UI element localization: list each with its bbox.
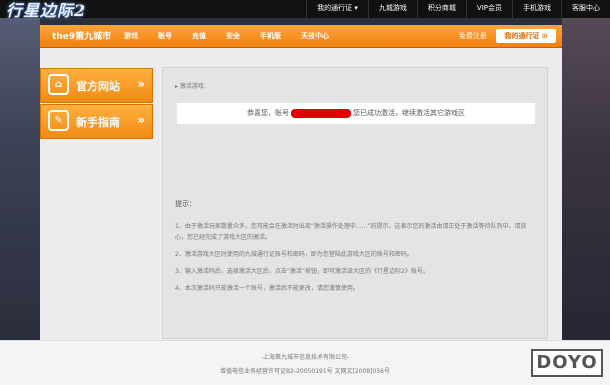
breadcrumb-label: 激活游戏 bbox=[179, 83, 204, 90]
tip-item: 2、激活游戏大区时使用的九城通行证账号和密码，即为您登陆此游戏大区的账号和密码。 bbox=[175, 251, 413, 258]
nav-item-mobile[interactable]: 手机版 bbox=[250, 25, 291, 47]
game-logo[interactable]: 行星边际2 bbox=[6, 0, 98, 22]
nav-item-games[interactable]: 游戏 bbox=[114, 25, 148, 47]
official-site-button[interactable]: ⌂ 官方网站 » bbox=[40, 68, 153, 103]
newbie-guide-label: 新手指南 bbox=[76, 116, 120, 129]
nav-items: 游戏 账号 充值 安全 手机版 天技中心 bbox=[114, 25, 339, 47]
top-links: 我的通行证 ▾ 九城游戏 积分商城 VIP会员 手机游戏 客服中心 bbox=[306, 0, 610, 18]
tip-item: 4、本次激活码只能激活一个账号，激活后不能更改，请您谨慎使用。 bbox=[175, 285, 359, 292]
top-bar: 行星边际2 我的通行证 ▾ 九城游戏 积分商城 VIP会员 手机游戏 客服中心 bbox=[0, 0, 610, 20]
nav-item-security[interactable]: 安全 bbox=[216, 25, 250, 47]
background-art-right bbox=[562, 0, 610, 340]
nav-item-tech-center[interactable]: 天技中心 bbox=[291, 25, 339, 47]
guide-icon: ✎ bbox=[48, 110, 69, 131]
the9-brand[interactable]: the9第九城市 bbox=[52, 29, 111, 42]
chevron-right-icon: » bbox=[137, 113, 145, 127]
success-notice: 恭喜您，账号 您已成功激活，继续激活其它游戏区 bbox=[177, 103, 535, 124]
tips-title: 提示： bbox=[175, 200, 196, 208]
home-icon: ⌂ bbox=[48, 74, 69, 95]
doyo-watermark: DOYO bbox=[531, 349, 603, 377]
top-link-vip[interactable]: VIP会员 bbox=[465, 0, 512, 18]
notice-prefix: 恭喜您，账号 bbox=[247, 109, 289, 117]
page-body: ⌂ 官方网站 » ✎ 新手指南 » ▸ 激活游戏 恭喜您，账号 您已成功激活，继续… bbox=[40, 48, 562, 340]
top-link-support[interactable]: 客服中心 bbox=[561, 0, 610, 18]
content-panel: ▸ 激活游戏 恭喜您，账号 您已成功激活，继续激活其它游戏区 提示： 1、由于激活… bbox=[162, 67, 548, 339]
nav-item-account[interactable]: 账号 bbox=[148, 25, 182, 47]
nav-item-recharge[interactable]: 充值 bbox=[182, 25, 216, 47]
tip-item: 1、由于激活玩家数量众多，您可能会在激活时出现“激活操作处理中......”的提… bbox=[175, 223, 527, 241]
main-nav: the9第九城市 游戏 账号 充值 安全 手机版 天技中心 免费注册 我的通行证… bbox=[40, 25, 562, 48]
notice-suffix[interactable]: 您已成功激活，继续激活其它游戏区 bbox=[353, 109, 465, 117]
register-link[interactable]: 免费注册 bbox=[459, 25, 487, 47]
top-link-games[interactable]: 九城游戏 bbox=[367, 0, 417, 18]
tip-item: 3、输入激活码后，选择激活大区后，点击“激活”按钮，即可激活该大区的《行星边际2… bbox=[175, 268, 429, 275]
breadcrumb: ▸ 激活游戏 bbox=[175, 81, 204, 90]
footer-license: 增值电信业务经营许可证B2-20050191号 文网文[2008]056号 bbox=[220, 368, 390, 375]
footer-company: -上海第九城市信息技术有限公司- bbox=[260, 354, 350, 361]
top-link-my-pass[interactable]: 我的通行证 ▾ bbox=[306, 0, 368, 18]
background-art-left bbox=[0, 0, 40, 340]
chevron-right-icon: » bbox=[137, 77, 145, 91]
top-link-mobile-games[interactable]: 手机游戏 bbox=[512, 0, 561, 18]
official-site-label: 官方网站 bbox=[76, 80, 120, 93]
footer: -上海第九城市信息技术有限公司- 增值电信业务经营许可证B2-20050191号… bbox=[0, 340, 610, 385]
top-link-points-mall[interactable]: 积分商城 bbox=[416, 0, 466, 18]
tips-list: 1、由于激活玩家数量众多，您可能会在激活时出现“激活操作处理中......”的提… bbox=[175, 221, 537, 300]
redacted-account bbox=[291, 108, 351, 118]
newbie-guide-button[interactable]: ✎ 新手指南 » bbox=[40, 104, 153, 139]
my-pass-button[interactable]: 我的通行证 ⊙ bbox=[496, 29, 556, 43]
